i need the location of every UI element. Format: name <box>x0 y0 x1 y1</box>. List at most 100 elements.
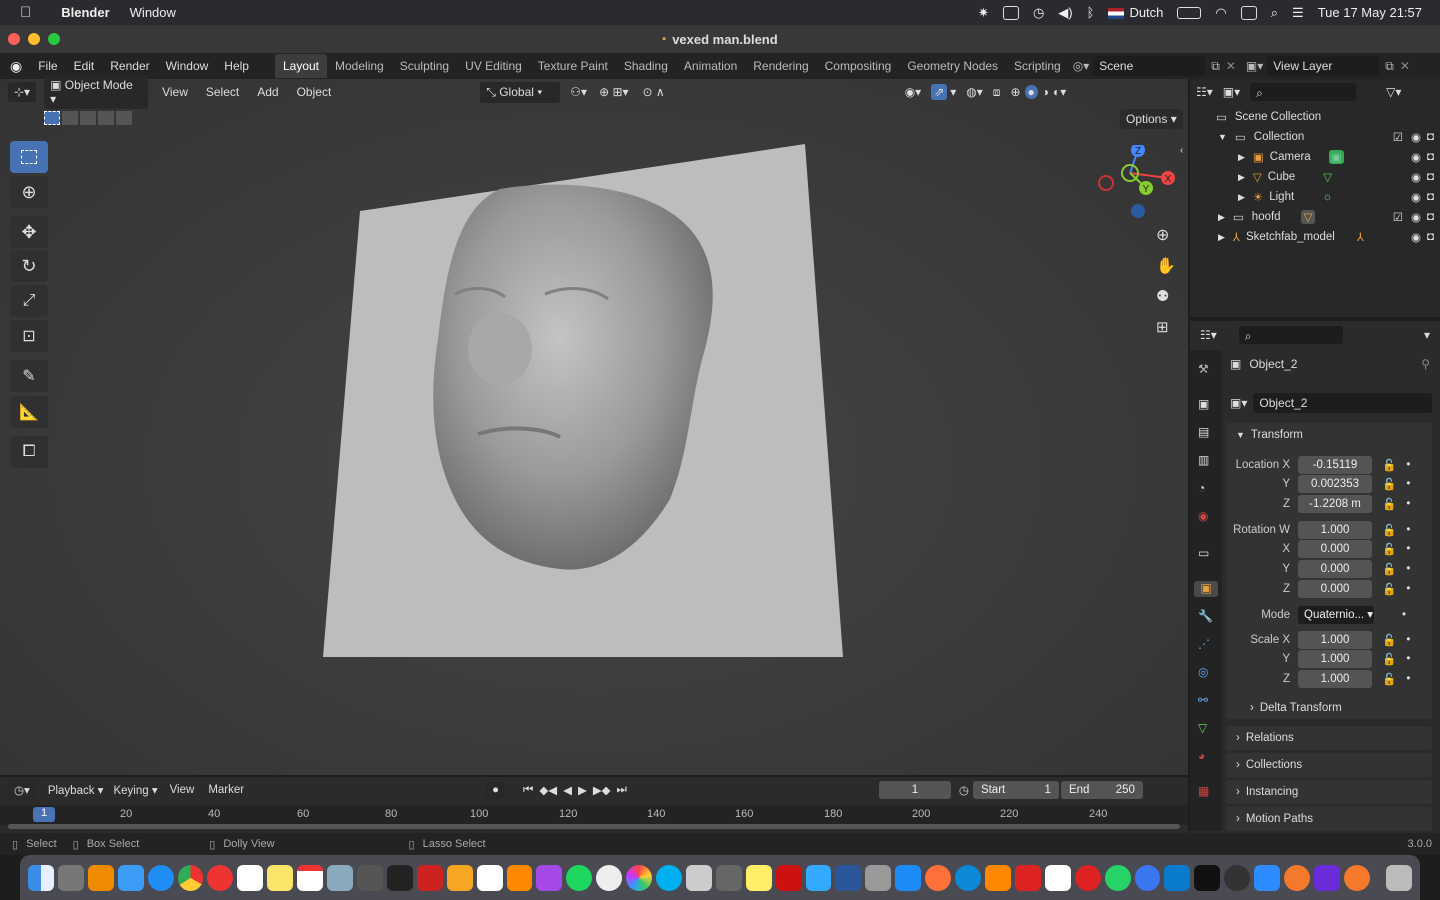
material-tab-icon[interactable]: ◕ <box>1198 749 1214 765</box>
view-layer-tab-icon[interactable]: ▥ <box>1198 453 1214 469</box>
ia-writer-icon[interactable] <box>476 864 503 891</box>
input-source[interactable]: Dutch <box>1108 5 1163 20</box>
outliner-row-scene-collection[interactable]: ▭ Scene Collection <box>1190 107 1440 127</box>
blender-logo-icon[interactable]: ◉ <box>0 58 30 75</box>
tab-layout[interactable]: Layout <box>274 54 328 78</box>
eye-icon[interactable]: ◉ <box>1411 190 1421 204</box>
outliner-row-sketchfab[interactable]: ▶ ⅄ Sketchfab_model ⅄ ◉ ◘ <box>1190 227 1440 247</box>
zoom-icon[interactable]: ⊕ <box>1156 225 1169 245</box>
physics-tab-icon[interactable]: ◎ <box>1198 665 1214 681</box>
output-tab-icon[interactable]: ▤ <box>1198 425 1214 441</box>
preview-range-icon[interactable]: ◷ <box>959 783 969 797</box>
mesh-data-icon[interactable]: ▽ <box>1300 210 1316 224</box>
shading-rendered-icon[interactable]: ◐▾ <box>1053 85 1066 99</box>
transform-tool[interactable]: ⊡ <box>10 320 48 352</box>
visibility-icon[interactable]: ◉▾ <box>905 85 922 99</box>
tool-tab-icon[interactable]: ⚒ <box>1198 362 1214 378</box>
eye-icon[interactable]: ◉ <box>1411 170 1421 184</box>
control-center-icon[interactable]: ☰ <box>1292 5 1304 21</box>
new-view-layer-icon[interactable]: ⧉ <box>1385 59 1394 74</box>
launchpad-icon[interactable] <box>57 864 84 891</box>
delete-scene-icon[interactable]: ✕ <box>1226 59 1236 73</box>
scene-field[interactable]: Scene <box>1093 56 1206 76</box>
expand-icon[interactable]: ▼ <box>1218 132 1227 142</box>
cursor-tool[interactable]: ⊕ <box>10 176 48 208</box>
scene-tab-icon[interactable]: ◔ <box>1198 481 1214 497</box>
app-menu[interactable]: Blender <box>41 5 119 20</box>
tab-texture-paint[interactable]: Texture Paint <box>530 54 616 78</box>
select-intersect-icon[interactable] <box>116 111 132 125</box>
jump-end-icon[interactable]: ⏭ <box>617 784 627 797</box>
whatsapp-icon[interactable] <box>1104 864 1131 891</box>
annotate-tool[interactable]: ✎ <box>10 360 48 392</box>
viewport-menu-add[interactable]: Add <box>248 85 287 99</box>
openai-icon[interactable] <box>1224 864 1251 891</box>
firefox-icon[interactable] <box>925 864 952 891</box>
display-mode-icon[interactable]: ▣▾ <box>1223 85 1240 99</box>
app-store-icon[interactable] <box>895 864 922 891</box>
lock-icon[interactable]: 🔓 <box>1382 458 1396 472</box>
camera-icon[interactable]: ◘ <box>1427 191 1434 203</box>
blender2-dock-icon[interactable] <box>1343 864 1370 891</box>
datetime[interactable]: Tue 17 May 21:57 <box>1318 5 1422 20</box>
delete-view-layer-icon[interactable]: ✕ <box>1400 59 1410 73</box>
particles-tab-icon[interactable]: ⋰ <box>1198 637 1214 653</box>
marker-menu[interactable]: Marker <box>208 784 244 796</box>
data-tab-icon[interactable]: ▽ <box>1198 721 1214 737</box>
move-tool[interactable]: ✥ <box>10 216 48 248</box>
apple-icon[interactable]:  <box>0 4 41 21</box>
shading-wireframe-icon[interactable]: ⊕ <box>1010 85 1020 99</box>
lock-icon[interactable]: 🔓 <box>1382 542 1396 556</box>
current-frame-field[interactable]: 1 <box>878 781 951 799</box>
expand-icon[interactable]: ▶ <box>1238 192 1245 203</box>
keyframe-dot-icon[interactable]: • <box>1402 609 1406 621</box>
wifi-icon[interactable]: ◠ <box>1215 5 1226 21</box>
collections-panel-header[interactable]: › Collections <box>1226 753 1432 777</box>
properties-search[interactable]: ⌕ <box>1238 326 1343 344</box>
checkbox-icon[interactable]: ☑ <box>1393 130 1403 144</box>
spotify-icon[interactable] <box>566 864 593 891</box>
keyframe-dot-icon[interactable]: • <box>1406 653 1410 665</box>
stickies-icon[interactable] <box>745 864 772 891</box>
battery-icon[interactable] <box>1177 6 1202 19</box>
terminal-icon[interactable] <box>386 864 413 891</box>
eye-icon[interactable]: ◉ <box>1411 130 1421 144</box>
transform-panel-header[interactable]: ▼ Transform <box>1226 423 1432 447</box>
skype-icon[interactable] <box>656 864 682 891</box>
navigation-gizmo[interactable]: X Z Y <box>1098 145 1178 225</box>
brightness-icon[interactable]: ✷ <box>978 5 989 21</box>
snap-icon[interactable]: ⊕ ⊞▾ <box>599 85 628 99</box>
scrivener-icon[interactable] <box>596 864 623 891</box>
light-data-icon[interactable]: ☼ <box>1322 191 1333 203</box>
timeline-scrollbar[interactable] <box>8 824 1180 829</box>
expand-icon[interactable]: ▶ <box>1218 212 1225 223</box>
gizmo-neg-x[interactable] <box>1098 175 1114 191</box>
properties-options-icon[interactable]: ▾ <box>1424 328 1430 342</box>
keyframe-dot-icon[interactable]: • <box>1406 563 1410 575</box>
expand-icon[interactable]: ▶ <box>1238 172 1245 183</box>
keyframe-dot-icon[interactable]: • <box>1406 459 1410 471</box>
select-extend-icon[interactable] <box>62 111 78 125</box>
outliner-row-cube[interactable]: ▶ ▽ Cube ▽ ◉ ◘ <box>1190 167 1440 187</box>
keying-menu[interactable]: Keying ▾ <box>113 783 157 797</box>
keyframe-dot-icon[interactable]: • <box>1406 583 1410 595</box>
start-frame-field[interactable]: Start 1 <box>972 781 1059 799</box>
location-z-field[interactable]: -1.2208 m <box>1298 495 1372 513</box>
maximize-window-button[interactable] <box>48 33 60 45</box>
lock-icon[interactable]: 🔓 <box>1382 672 1396 686</box>
scale-tool[interactable]: ⤢ <box>10 285 48 317</box>
lock-icon[interactable]: 🔓 <box>1382 633 1396 647</box>
close-window-button[interactable] <box>8 33 20 45</box>
object-mode-dropdown[interactable]: ▣ Object Mode ▾ <box>44 75 149 109</box>
keyframe-dot-icon[interactable]: • <box>1406 524 1410 536</box>
rotate-tool[interactable]: ↻ <box>10 250 48 282</box>
eye-icon[interactable]: ◉ <box>1411 150 1421 164</box>
texture-tab-icon[interactable]: ▦ <box>1198 784 1214 800</box>
object-name-field[interactable]: Object_2 <box>1253 393 1432 413</box>
select-invert-icon[interactable] <box>98 111 114 125</box>
tab-compositing[interactable]: Compositing <box>817 54 900 78</box>
spotlight-icon[interactable]: ⌕ <box>1271 5 1278 21</box>
tab-modeling[interactable]: Modeling <box>327 54 392 78</box>
overlay-icon[interactable]: ◍▾ <box>966 85 983 99</box>
tab-scripting[interactable]: Scripting <box>1006 54 1069 78</box>
